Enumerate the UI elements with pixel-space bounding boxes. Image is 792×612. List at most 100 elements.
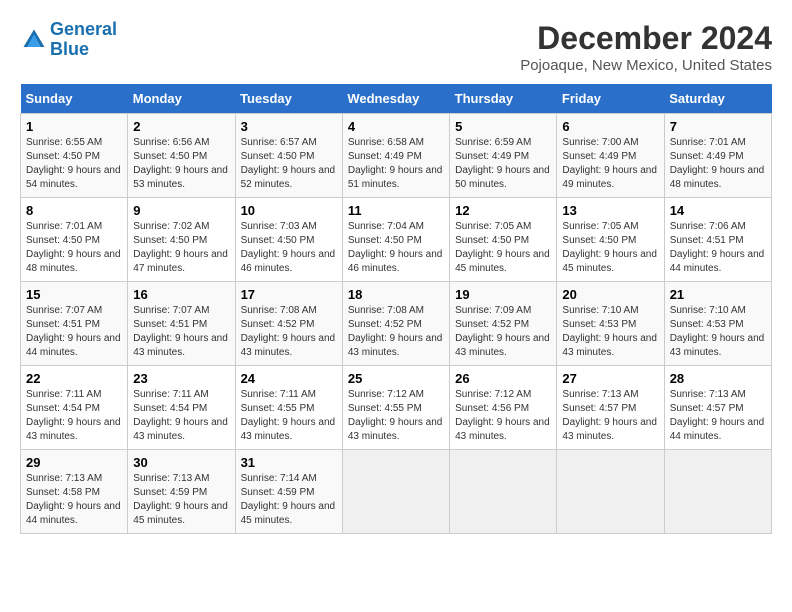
day-detail: Sunrise: 7:13 AMSunset: 4:59 PMDaylight:… xyxy=(133,473,228,526)
day-cell: 29 Sunrise: 7:13 AMSunset: 4:58 PMDaylig… xyxy=(21,450,128,534)
calendar-header-row: SundayMondayTuesdayWednesdayThursdayFrid… xyxy=(21,84,772,114)
day-detail: Sunrise: 7:08 AMSunset: 4:52 PMDaylight:… xyxy=(348,305,443,358)
day-cell: 26 Sunrise: 7:12 AMSunset: 4:56 PMDaylig… xyxy=(450,366,557,450)
day-number: 22 xyxy=(26,371,122,386)
day-detail: Sunrise: 7:12 AMSunset: 4:56 PMDaylight:… xyxy=(455,389,550,442)
day-detail: Sunrise: 7:06 AMSunset: 4:51 PMDaylight:… xyxy=(670,221,765,274)
day-number: 10 xyxy=(241,203,337,218)
day-number: 16 xyxy=(133,287,229,302)
day-detail: Sunrise: 7:11 AMSunset: 4:55 PMDaylight:… xyxy=(241,389,336,442)
day-number: 13 xyxy=(562,203,658,218)
day-cell: 24 Sunrise: 7:11 AMSunset: 4:55 PMDaylig… xyxy=(235,366,342,450)
day-detail: Sunrise: 6:59 AMSunset: 4:49 PMDaylight:… xyxy=(455,137,550,190)
day-detail: Sunrise: 7:12 AMSunset: 4:55 PMDaylight:… xyxy=(348,389,443,442)
header-cell-sunday: Sunday xyxy=(21,84,128,114)
week-row-2: 8 Sunrise: 7:01 AMSunset: 4:50 PMDayligh… xyxy=(21,198,772,282)
day-detail: Sunrise: 7:13 AMSunset: 4:57 PMDaylight:… xyxy=(562,389,657,442)
day-cell: 28 Sunrise: 7:13 AMSunset: 4:57 PMDaylig… xyxy=(664,366,771,450)
day-cell: 6 Sunrise: 7:00 AMSunset: 4:49 PMDayligh… xyxy=(557,114,664,198)
day-detail: Sunrise: 7:11 AMSunset: 4:54 PMDaylight:… xyxy=(26,389,121,442)
day-cell xyxy=(557,450,664,534)
day-number: 14 xyxy=(670,203,766,218)
day-detail: Sunrise: 7:09 AMSunset: 4:52 PMDaylight:… xyxy=(455,305,550,358)
day-cell: 22 Sunrise: 7:11 AMSunset: 4:54 PMDaylig… xyxy=(21,366,128,450)
day-detail: Sunrise: 7:07 AMSunset: 4:51 PMDaylight:… xyxy=(26,305,121,358)
subtitle: Pojoaque, New Mexico, United States xyxy=(520,57,772,74)
day-number: 30 xyxy=(133,455,229,470)
week-row-4: 22 Sunrise: 7:11 AMSunset: 4:54 PMDaylig… xyxy=(21,366,772,450)
day-cell: 21 Sunrise: 7:10 AMSunset: 4:53 PMDaylig… xyxy=(664,282,771,366)
day-number: 2 xyxy=(133,119,229,134)
day-detail: Sunrise: 7:07 AMSunset: 4:51 PMDaylight:… xyxy=(133,305,228,358)
day-detail: Sunrise: 7:14 AMSunset: 4:59 PMDaylight:… xyxy=(241,473,336,526)
day-number: 19 xyxy=(455,287,551,302)
day-number: 18 xyxy=(348,287,444,302)
day-cell: 18 Sunrise: 7:08 AMSunset: 4:52 PMDaylig… xyxy=(342,282,449,366)
day-number: 6 xyxy=(562,119,658,134)
day-number: 21 xyxy=(670,287,766,302)
day-detail: Sunrise: 6:55 AMSunset: 4:50 PMDaylight:… xyxy=(26,137,121,190)
day-number: 12 xyxy=(455,203,551,218)
day-cell xyxy=(664,450,771,534)
day-number: 9 xyxy=(133,203,229,218)
day-detail: Sunrise: 7:04 AMSunset: 4:50 PMDaylight:… xyxy=(348,221,443,274)
day-detail: Sunrise: 7:01 AMSunset: 4:50 PMDaylight:… xyxy=(26,221,121,274)
day-cell: 2 Sunrise: 6:56 AMSunset: 4:50 PMDayligh… xyxy=(128,114,235,198)
header-cell-saturday: Saturday xyxy=(664,84,771,114)
day-cell: 7 Sunrise: 7:01 AMSunset: 4:49 PMDayligh… xyxy=(664,114,771,198)
day-number: 4 xyxy=(348,119,444,134)
day-cell: 5 Sunrise: 6:59 AMSunset: 4:49 PMDayligh… xyxy=(450,114,557,198)
day-detail: Sunrise: 7:05 AMSunset: 4:50 PMDaylight:… xyxy=(562,221,657,274)
day-number: 7 xyxy=(670,119,766,134)
day-number: 24 xyxy=(241,371,337,386)
day-cell: 30 Sunrise: 7:13 AMSunset: 4:59 PMDaylig… xyxy=(128,450,235,534)
day-cell: 17 Sunrise: 7:08 AMSunset: 4:52 PMDaylig… xyxy=(235,282,342,366)
day-cell: 20 Sunrise: 7:10 AMSunset: 4:53 PMDaylig… xyxy=(557,282,664,366)
day-detail: Sunrise: 6:57 AMSunset: 4:50 PMDaylight:… xyxy=(241,137,336,190)
day-cell xyxy=(342,450,449,534)
day-cell: 12 Sunrise: 7:05 AMSunset: 4:50 PMDaylig… xyxy=(450,198,557,282)
day-number: 29 xyxy=(26,455,122,470)
day-number: 27 xyxy=(562,371,658,386)
day-cell: 23 Sunrise: 7:11 AMSunset: 4:54 PMDaylig… xyxy=(128,366,235,450)
day-number: 26 xyxy=(455,371,551,386)
day-number: 23 xyxy=(133,371,229,386)
day-cell: 8 Sunrise: 7:01 AMSunset: 4:50 PMDayligh… xyxy=(21,198,128,282)
logo-text: General Blue xyxy=(50,20,117,60)
day-cell: 16 Sunrise: 7:07 AMSunset: 4:51 PMDaylig… xyxy=(128,282,235,366)
day-detail: Sunrise: 7:10 AMSunset: 4:53 PMDaylight:… xyxy=(562,305,657,358)
header-cell-friday: Friday xyxy=(557,84,664,114)
day-number: 5 xyxy=(455,119,551,134)
day-cell: 3 Sunrise: 6:57 AMSunset: 4:50 PMDayligh… xyxy=(235,114,342,198)
day-number: 15 xyxy=(26,287,122,302)
day-detail: Sunrise: 7:13 AMSunset: 4:57 PMDaylight:… xyxy=(670,389,765,442)
day-cell: 10 Sunrise: 7:03 AMSunset: 4:50 PMDaylig… xyxy=(235,198,342,282)
week-row-3: 15 Sunrise: 7:07 AMSunset: 4:51 PMDaylig… xyxy=(21,282,772,366)
calendar-table: SundayMondayTuesdayWednesdayThursdayFrid… xyxy=(20,84,772,534)
logo-icon xyxy=(20,26,48,54)
day-cell: 31 Sunrise: 7:14 AMSunset: 4:59 PMDaylig… xyxy=(235,450,342,534)
day-number: 28 xyxy=(670,371,766,386)
day-number: 20 xyxy=(562,287,658,302)
day-cell: 27 Sunrise: 7:13 AMSunset: 4:57 PMDaylig… xyxy=(557,366,664,450)
day-detail: Sunrise: 7:11 AMSunset: 4:54 PMDaylight:… xyxy=(133,389,228,442)
day-detail: Sunrise: 7:08 AMSunset: 4:52 PMDaylight:… xyxy=(241,305,336,358)
day-number: 3 xyxy=(241,119,337,134)
day-detail: Sunrise: 7:05 AMSunset: 4:50 PMDaylight:… xyxy=(455,221,550,274)
day-detail: Sunrise: 6:56 AMSunset: 4:50 PMDaylight:… xyxy=(133,137,228,190)
day-detail: Sunrise: 7:02 AMSunset: 4:50 PMDaylight:… xyxy=(133,221,228,274)
day-detail: Sunrise: 7:00 AMSunset: 4:49 PMDaylight:… xyxy=(562,137,657,190)
day-cell: 11 Sunrise: 7:04 AMSunset: 4:50 PMDaylig… xyxy=(342,198,449,282)
day-number: 25 xyxy=(348,371,444,386)
day-number: 1 xyxy=(26,119,122,134)
day-cell: 14 Sunrise: 7:06 AMSunset: 4:51 PMDaylig… xyxy=(664,198,771,282)
day-detail: Sunrise: 6:58 AMSunset: 4:49 PMDaylight:… xyxy=(348,137,443,190)
day-cell: 9 Sunrise: 7:02 AMSunset: 4:50 PMDayligh… xyxy=(128,198,235,282)
calendar-body: 1 Sunrise: 6:55 AMSunset: 4:50 PMDayligh… xyxy=(21,114,772,534)
day-cell: 25 Sunrise: 7:12 AMSunset: 4:55 PMDaylig… xyxy=(342,366,449,450)
logo-line1: General xyxy=(50,19,117,39)
header-cell-tuesday: Tuesday xyxy=(235,84,342,114)
day-cell: 15 Sunrise: 7:07 AMSunset: 4:51 PMDaylig… xyxy=(21,282,128,366)
day-number: 17 xyxy=(241,287,337,302)
header-cell-wednesday: Wednesday xyxy=(342,84,449,114)
